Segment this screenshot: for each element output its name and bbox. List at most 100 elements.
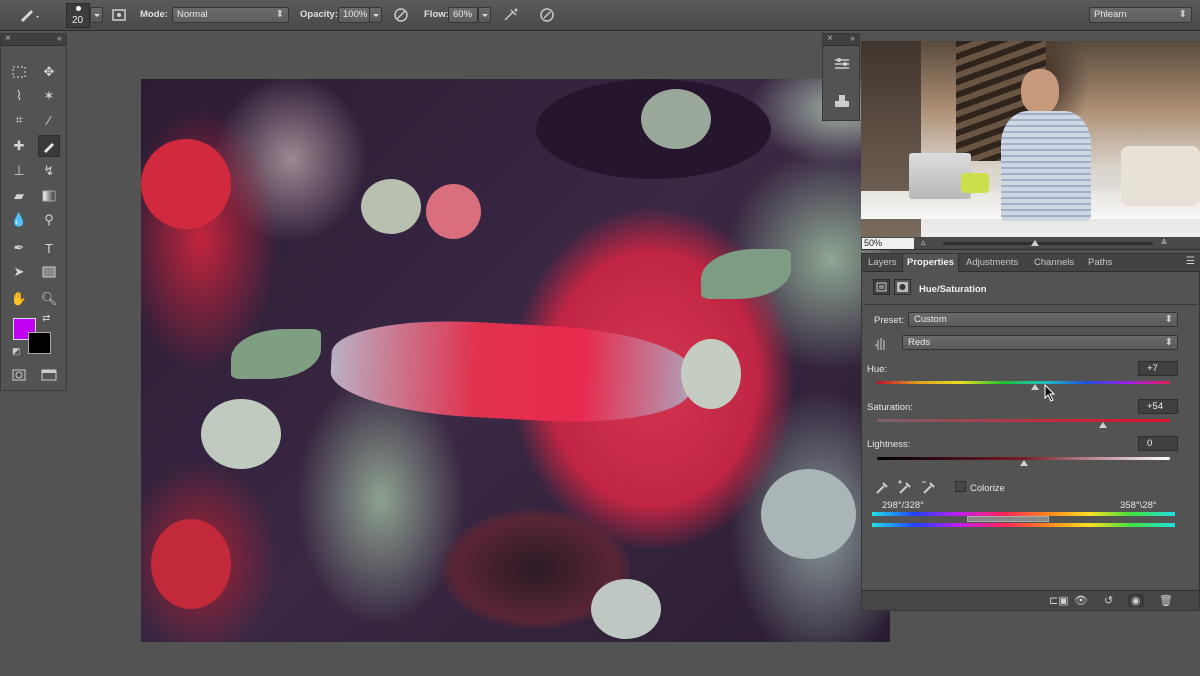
rectangle-tool-icon[interactable] — [38, 261, 60, 283]
pen-tool-icon[interactable]: ✒ — [8, 237, 30, 259]
hue-slider-thumb[interactable] — [1031, 384, 1040, 390]
saturation-slider-track[interactable] — [877, 419, 1170, 422]
zoom-field[interactable]: 50% — [862, 238, 914, 249]
opacity-dropdown[interactable] — [369, 7, 382, 23]
clone-source-icon[interactable] — [831, 90, 853, 112]
colorize-checkbox[interactable] — [955, 481, 966, 492]
hand-tool-icon[interactable]: ✋ — [8, 288, 30, 310]
targeted-adjustment-icon[interactable] — [872, 334, 890, 352]
clip-to-layer-icon[interactable]: ⊏▣ — [1049, 594, 1069, 607]
toggle-visibility-icon[interactable]: ◉ — [1128, 594, 1144, 607]
eyedropper-minus-icon[interactable] — [921, 479, 937, 498]
trash-icon[interactable]: 🗑︎ — [1159, 594, 1173, 607]
channel-select[interactable]: Reds — [902, 335, 1178, 350]
pressure-size-button[interactable] — [537, 5, 557, 25]
tab-paths[interactable]: Paths — [1084, 254, 1116, 272]
tools-panel-header[interactable]: × « — [1, 33, 66, 46]
adjustment-layer-icon[interactable] — [873, 279, 890, 295]
tab-channels[interactable]: Channels — [1030, 254, 1078, 272]
pressure-size-icon — [540, 8, 554, 22]
panel-tabs: Layers Properties Adjustments Channels P… — [862, 254, 1200, 272]
zoom-tool-icon[interactable]: 🔍︎ — [38, 288, 60, 310]
tab-layers[interactable]: Layers — [864, 254, 901, 272]
dock-header[interactable]: × » — [823, 33, 859, 46]
background-color-swatch[interactable] — [28, 332, 51, 354]
marquee-tool-icon[interactable] — [8, 61, 30, 83]
brush-preset-picker[interactable] — [14, 5, 42, 25]
tab-adjustments[interactable]: Adjustments — [962, 254, 1022, 272]
dodge-tool-icon[interactable]: ⚲ — [38, 209, 60, 231]
zoom-out-icon[interactable]: ▵ — [921, 237, 926, 248]
tools-panel: × « ✥ ⌇ ✶ ⌗ ⁄ ✚ ⊥ ↯ ▰ 💧 ⚲ ✒ T ➤ ✋ 🔍︎ ⇄ ◩ — [0, 33, 67, 391]
collapse-icon[interactable]: « — [57, 33, 62, 43]
document-canvas[interactable] — [141, 79, 890, 642]
view-previous-icon[interactable]: 👁︎ — [1074, 594, 1088, 607]
hue-slider-track[interactable] — [877, 381, 1170, 384]
zoom-in-icon[interactable]: ⩓ — [1161, 236, 1167, 247]
properties-footer: ⊏▣ 👁︎ ↺ ◉ 🗑︎ — [862, 590, 1199, 610]
properties-panel: Layers Properties Adjustments Channels P… — [861, 253, 1200, 611]
brush-panel-icon — [112, 9, 126, 21]
blur-tool-icon[interactable]: 💧 — [8, 209, 30, 231]
brush-size-picker[interactable]: 20 — [66, 3, 90, 28]
brush-settings-icon[interactable] — [831, 53, 853, 75]
leaf — [231, 329, 321, 379]
healing-brush-tool-icon[interactable]: ✚ — [8, 135, 30, 157]
move-tool-icon[interactable]: ✥ — [38, 61, 60, 83]
airbrush-button[interactable] — [501, 5, 521, 25]
flow-dropdown[interactable] — [478, 7, 491, 23]
mask-icon[interactable] — [894, 279, 911, 295]
eyedropper-icon[interactable] — [874, 479, 890, 498]
magic-wand-tool-icon[interactable]: ✶ — [38, 85, 60, 107]
leaf — [701, 249, 791, 299]
eyedropper-tool-icon[interactable]: ⁄ — [38, 109, 60, 131]
default-colors-icon[interactable]: ◩ — [12, 346, 21, 357]
pressure-opacity-button[interactable] — [391, 5, 411, 25]
swap-colors-icon[interactable]: ⇄ — [42, 313, 50, 324]
lightness-value-field[interactable]: 0 — [1138, 436, 1178, 451]
opacity-field[interactable]: 100% — [338, 7, 370, 23]
type-tool-icon[interactable]: T — [38, 237, 60, 259]
path-selection-tool-icon[interactable]: ➤ — [8, 261, 30, 283]
rose-flower — [681, 339, 741, 409]
gradient-tool-icon[interactable] — [38, 185, 60, 207]
saturation-value-field[interactable]: +54 — [1138, 399, 1178, 414]
lasso-tool-icon[interactable]: ⌇ — [8, 85, 30, 107]
brush-size-dropdown[interactable] — [90, 7, 103, 23]
quick-mask-icon[interactable] — [8, 364, 30, 386]
clone-stamp-tool-icon[interactable]: ⊥ — [8, 160, 30, 182]
lightness-slider-thumb[interactable] — [1019, 460, 1028, 466]
hue-value-field[interactable]: +7 — [1138, 361, 1178, 376]
instructor-video — [861, 41, 1200, 237]
mode-select[interactable]: Normal — [172, 7, 289, 23]
tab-properties[interactable]: Properties — [902, 254, 959, 272]
color-range-selector[interactable] — [967, 516, 1049, 522]
saturation-slider-thumb[interactable] — [1098, 422, 1107, 428]
collapsed-panel-dock: × » — [822, 33, 860, 121]
reset-icon[interactable]: ↺ — [1104, 594, 1113, 607]
saturation-label: Saturation: — [867, 402, 913, 413]
eraser-tool-icon[interactable]: ▰ — [8, 185, 30, 207]
close-icon[interactable]: × — [5, 33, 11, 44]
history-brush-tool-icon[interactable]: ↯ — [38, 160, 60, 182]
crop-tool-icon[interactable]: ⌗ — [8, 109, 30, 131]
preset-select[interactable]: Custom — [908, 312, 1178, 327]
lightness-label: Lightness: — [867, 439, 911, 450]
airbrush-icon — [504, 8, 518, 21]
brush-tool-icon[interactable] — [38, 135, 60, 157]
panel-menu-icon[interactable]: ☰ — [1186, 256, 1195, 267]
video-chair — [961, 173, 989, 193]
close-icon[interactable]: × — [827, 33, 833, 44]
video-sofa — [1121, 146, 1200, 206]
brush-size-value: 20 — [72, 15, 84, 26]
zoom-slider-thumb[interactable] — [1031, 240, 1039, 246]
colorize-label: Colorize — [970, 483, 1005, 494]
hue-label: Hue: — [867, 364, 888, 375]
workspace-select[interactable]: Phlearn — [1089, 7, 1192, 23]
zoom-slider-track[interactable] — [943, 242, 1153, 245]
screen-mode-icon[interactable] — [38, 364, 60, 386]
brush-panel-toggle[interactable] — [110, 5, 128, 25]
expand-icon[interactable]: » — [850, 33, 855, 43]
flow-field[interactable]: 60% — [448, 7, 478, 23]
eyedropper-plus-icon[interactable] — [897, 479, 913, 498]
